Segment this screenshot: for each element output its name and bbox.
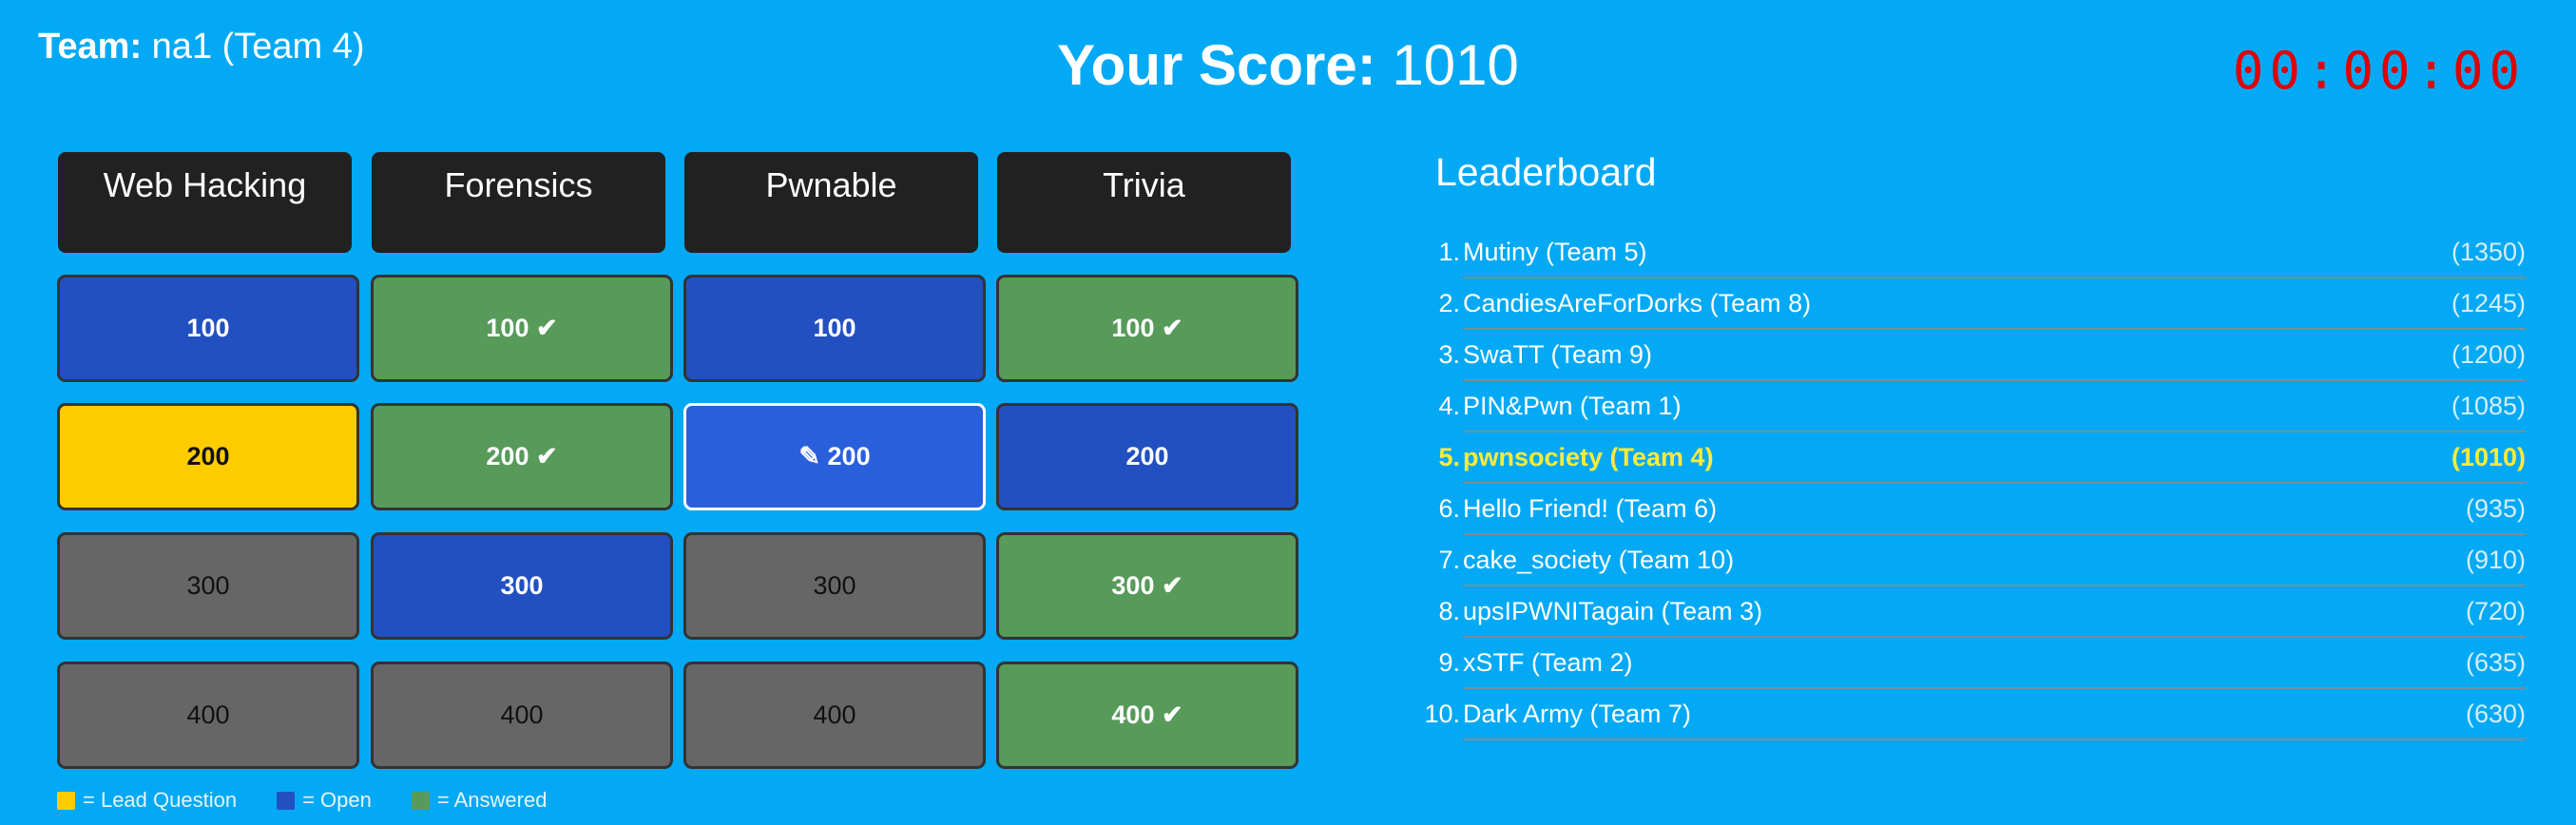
leaderboard-team-name: xSTF (Team 2) — [1463, 648, 1633, 677]
leaderboard-score: (935) — [2465, 494, 2526, 523]
category-header-forensics: Forensics — [372, 152, 665, 253]
leaderboard-title: Leaderboard — [1435, 150, 1657, 194]
question-tile[interactable]: 300 — [57, 532, 359, 640]
question-tile[interactable]: 400 ✔ — [996, 662, 1298, 769]
leaderboard-row: 5. pwnsociety (Team 4) (1010) — [1418, 432, 2526, 484]
leaderboard-row: 10. Dark Army (Team 7) (630) — [1418, 689, 2526, 740]
category-header-trivia: Trivia — [997, 152, 1291, 253]
category-header-pwnable: Pwnable — [684, 152, 978, 253]
leaderboard-rank: 9. — [1438, 648, 1460, 677]
question-tile[interactable]: ✎ 200 — [683, 403, 986, 510]
question-tile[interactable]: 300 — [371, 532, 673, 640]
leaderboard-rank: 2. — [1438, 289, 1460, 317]
score-display: Your Score: 1010 — [0, 32, 2576, 99]
question-tile[interactable]: 400 — [683, 662, 986, 769]
leaderboard-list: 1. Mutiny (Team 5) (1350) 2. CandiesAreF… — [1418, 227, 2526, 740]
question-tile[interactable]: 100 — [57, 275, 359, 382]
leaderboard-row: 2. CandiesAreForDorks (Team 8) (1245) — [1418, 278, 2526, 330]
legend-open-label: = Open — [302, 788, 372, 812]
leaderboard-score: (910) — [2465, 546, 2526, 574]
leaderboard-rank: 8. — [1438, 597, 1460, 625]
category-header-web-hacking: Web Hacking — [58, 152, 352, 253]
question-tile[interactable]: 300 — [683, 532, 986, 640]
leaderboard-row: 9. xSTF (Team 2) (635) — [1418, 638, 2526, 689]
lead-swatch-icon — [57, 791, 75, 810]
question-tile[interactable]: 400 — [57, 662, 359, 769]
leaderboard-team-name: CandiesAreForDorks (Team 8) — [1463, 289, 1812, 317]
leaderboard-rank: 3. — [1438, 340, 1460, 369]
leaderboard-score: (1245) — [2451, 289, 2526, 317]
legend-open: = Open — [277, 787, 372, 814]
leaderboard-team-name: Mutiny (Team 5) — [1463, 238, 1647, 266]
leaderboard-team-name: PIN&Pwn (Team 1) — [1463, 392, 1682, 420]
question-tile[interactable]: 400 — [371, 662, 673, 769]
row-divider — [1463, 739, 2526, 740]
leaderboard-row: 7. cake_society (Team 10) (910) — [1418, 535, 2526, 586]
question-tile[interactable]: 100 ✔ — [996, 275, 1298, 382]
legend-lead-label: = Lead Question — [83, 788, 238, 812]
leaderboard-score: (1010) — [2451, 443, 2526, 471]
leaderboard-row: 3. SwaTT (Team 9) (1200) — [1418, 330, 2526, 381]
score-label: Your Score: — [1057, 33, 1376, 97]
leaderboard-team-name: Dark Army (Team 7) — [1463, 700, 1692, 728]
score-value: 1010 — [1392, 33, 1519, 97]
leaderboard-row: 4. PIN&Pwn (Team 1) (1085) — [1418, 381, 2526, 432]
leaderboard-score: (630) — [2465, 700, 2526, 728]
leaderboard-team-name: SwaTT (Team 9) — [1463, 340, 1653, 369]
countdown-timer: 00:00:00 — [2232, 41, 2526, 101]
legend-lead: = Lead Question — [57, 787, 237, 814]
leaderboard-rank: 1. — [1438, 238, 1460, 266]
leaderboard-row: 1. Mutiny (Team 5) (1350) — [1418, 227, 2526, 278]
leaderboard-score: (720) — [2465, 597, 2526, 625]
question-tile[interactable]: 200 ✔ — [371, 403, 673, 510]
leaderboard-team-name: upsIPWNITagain (Team 3) — [1463, 597, 1763, 625]
leaderboard-rank: 4. — [1438, 392, 1460, 420]
leaderboard-score: (635) — [2465, 648, 2526, 677]
leaderboard-score: (1085) — [2451, 392, 2526, 420]
open-swatch-icon — [277, 791, 296, 810]
answered-swatch-icon — [411, 791, 430, 810]
question-tile[interactable]: 100 ✔ — [371, 275, 673, 382]
leaderboard-team-name: cake_society (Team 10) — [1463, 546, 1735, 574]
leaderboard-row: 6. Hello Friend! (Team 6) (935) — [1418, 484, 2526, 535]
leaderboard-row: 8. upsIPWNITagain (Team 3) (720) — [1418, 586, 2526, 638]
leaderboard-rank: 10. — [1424, 700, 1460, 728]
question-tile[interactable]: 200 — [996, 403, 1298, 510]
leaderboard-rank: 5. — [1438, 443, 1460, 471]
question-tile[interactable]: 100 — [683, 275, 986, 382]
leaderboard-rank: 7. — [1438, 546, 1460, 574]
leaderboard-team-name: pwnsociety (Team 4) — [1463, 443, 1714, 471]
board-legend: = Lead Question = Open = Answered — [57, 787, 586, 814]
question-tile[interactable]: 300 ✔ — [996, 532, 1298, 640]
leaderboard-rank: 6. — [1438, 494, 1460, 523]
leaderboard-score: (1200) — [2451, 340, 2526, 369]
legend-answered-label: = Answered — [436, 788, 548, 812]
leaderboard-score: (1350) — [2451, 238, 2526, 266]
leaderboard-team-name: Hello Friend! (Team 6) — [1463, 494, 1718, 523]
question-tile[interactable]: 200 — [57, 403, 359, 510]
legend-answered: = Answered — [411, 787, 548, 814]
